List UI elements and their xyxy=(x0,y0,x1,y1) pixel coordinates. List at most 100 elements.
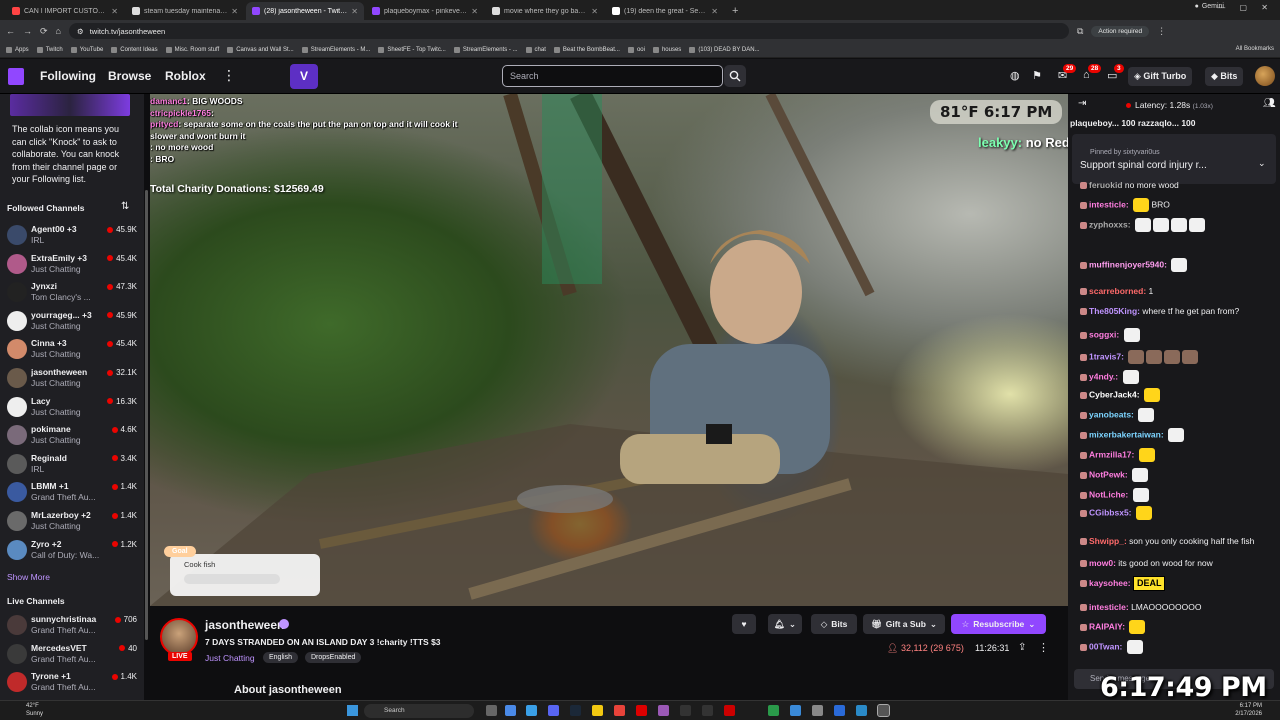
browser-tab[interactable]: (28) jasontheween - Twitch ✕ xyxy=(246,2,364,20)
taskbar-search[interactable]: Search xyxy=(364,704,474,718)
close-icon[interactable]: ✕ xyxy=(351,7,358,16)
close-icon[interactable]: ✕ xyxy=(471,7,478,16)
close-icon[interactable]: ✕ xyxy=(711,7,718,16)
follow-heart-button[interactable]: ♥ xyxy=(732,614,756,634)
chat-message[interactable]: scarreborned: 1 xyxy=(1080,286,1276,297)
chat-message[interactable]: Shwipp_: son you only cooking half the f… xyxy=(1080,536,1276,547)
nav-roblox[interactable]: Roblox xyxy=(165,69,206,83)
action-required-button[interactable]: Action required xyxy=(1091,25,1150,37)
terminal-icon[interactable] xyxy=(680,705,691,716)
sidebar-channel[interactable]: yourrageg... +3 Just Chatting 45.9K xyxy=(7,308,137,336)
chat-message[interactable]: muffinenjoyer5940: xyxy=(1080,258,1276,272)
nav-following[interactable]: Following xyxy=(40,69,96,83)
user-avatar[interactable] xyxy=(1255,66,1275,86)
app-icon-4[interactable] xyxy=(834,705,845,716)
new-tab-button[interactable]: + xyxy=(726,2,744,20)
chrome-icon[interactable] xyxy=(505,705,516,716)
bookmark-item[interactable]: ooi xyxy=(627,46,645,53)
extensions-icon[interactable]: ⧉ xyxy=(1077,26,1083,37)
chat-message[interactable]: CGibbsx5: xyxy=(1080,506,1276,520)
home-icon[interactable]: ⌂ xyxy=(56,26,61,36)
bookmark-item[interactable]: Apps xyxy=(6,46,29,53)
chat-message[interactable]: The805King: where tf he get pan from? xyxy=(1080,306,1276,317)
sidebar-channel[interactable]: sunnychristinaa Grand Theft Au... 706 xyxy=(7,612,137,640)
bookmark-item[interactable]: Content Ideas xyxy=(111,46,158,53)
browser-tab[interactable]: (19) deen the great - Search / X ✕ xyxy=(606,2,724,20)
back-icon[interactable]: ← xyxy=(6,26,15,36)
video-player[interactable]: damanc1: BIG WOODS ctricpickle1765: prity… xyxy=(150,94,1068,606)
app-icon[interactable] xyxy=(614,705,625,716)
chat-message[interactable]: 00Twan: xyxy=(1080,640,1276,654)
sidebar-channel[interactable]: Jynxzi Tom Clancy's ... 47.3K xyxy=(7,279,137,307)
explorer-icon[interactable] xyxy=(592,705,603,716)
close-icon[interactable]: ✕ xyxy=(231,7,238,16)
chat-message[interactable]: NotLiche: xyxy=(1080,488,1276,502)
chat-message[interactable]: intesticle: LMAOOOOOOOO xyxy=(1080,602,1276,613)
chat-message[interactable]: kaysohee: DEAL xyxy=(1080,576,1276,591)
bits-button[interactable]: ◇ Bits xyxy=(811,614,857,634)
reload-icon[interactable]: ⟳ xyxy=(40,26,48,37)
sidebar-channel[interactable]: LBMM +1 Grand Theft Au... 1.4K xyxy=(7,479,137,507)
steam-icon[interactable] xyxy=(570,705,581,716)
more-options-icon[interactable]: ⋮ xyxy=(1038,641,1049,654)
taskbar-weather[interactable]: 42°F Sunny xyxy=(26,702,43,718)
chat-message[interactable]: CyberJack4: xyxy=(1080,388,1276,402)
browser-tab[interactable]: movie where they go back in ti ✕ xyxy=(486,2,604,20)
record-icon[interactable] xyxy=(724,705,735,716)
gift-sub-button[interactable]: 🎁︎ Gift a Sub ⌄ xyxy=(863,614,945,634)
show-more-link[interactable]: Show More xyxy=(7,572,50,582)
nav-browse[interactable]: Browse xyxy=(108,69,151,83)
chat-message[interactable]: 1travis7: xyxy=(1080,350,1276,364)
streamer-name[interactable]: jasontheween xyxy=(205,618,284,632)
window-controls[interactable]: — ▢ ✕ xyxy=(1217,3,1274,12)
browser-tab[interactable]: plaqueboymax - pinkeverywhe ✕ xyxy=(366,2,484,20)
notifications-bell-button[interactable]: 🔔︎ ⌄ xyxy=(768,614,802,634)
chat-message[interactable]: feruokid no more wood xyxy=(1080,180,1276,191)
sort-icon[interactable]: ⇅ xyxy=(121,201,129,212)
stream-category[interactable]: Just Chatting xyxy=(205,653,255,663)
sidebar-channel[interactable]: Tyrone +1 Grand Theft Au... 1.4K xyxy=(7,669,137,697)
get-bits-button[interactable]: ◆ Bits xyxy=(1205,67,1244,86)
sidebar-channel[interactable]: Zyro +2 Call of Duty: Wa... 1.2K xyxy=(7,537,137,565)
bookmark-item[interactable]: (103) DEAD BY DAN... xyxy=(689,46,760,53)
chat-message[interactable]: mow0: its good on wood for now xyxy=(1080,558,1276,569)
active-app-icon[interactable] xyxy=(877,704,890,717)
sidebar-channel[interactable]: Agent00 +3 IRL 45.9K xyxy=(7,222,137,250)
sidebar-channel[interactable]: ExtraEmily +3 Just Chatting 45.4K xyxy=(7,251,137,279)
chat-message[interactable]: mixerbakertaiwan: xyxy=(1080,428,1276,442)
sidebar-channel[interactable]: Cinna +3 Just Chatting 45.4K xyxy=(7,336,137,364)
all-bookmarks[interactable]: All Bookmarks xyxy=(1236,46,1274,52)
search-input[interactable]: Search xyxy=(502,65,723,87)
gift-turbo-button[interactable]: ◈ Gift Turbo xyxy=(1128,67,1193,86)
sidebar-channel[interactable]: Reginald IRL 3.4K xyxy=(7,451,137,479)
adobe-icon[interactable] xyxy=(636,705,647,716)
settings-icon[interactable] xyxy=(812,705,823,716)
bookmark-item[interactable]: SheetFE - Top Twitc... xyxy=(378,46,446,53)
sidebar-channel[interactable]: jasontheween Just Chatting 32.1K xyxy=(7,365,137,393)
url-field[interactable]: ⚙ twitch.tv/jasontheween xyxy=(68,23,1069,39)
tag-drops[interactable]: DropsEnabled xyxy=(305,652,362,663)
app-icon-2[interactable] xyxy=(658,705,669,716)
forward-icon[interactable]: → xyxy=(23,26,32,36)
browser-tab[interactable]: steam tuesday maintenance - G ✕ xyxy=(126,2,244,20)
streamer-avatar[interactable] xyxy=(160,618,198,656)
chat-message[interactable]: intesticle: BRO xyxy=(1080,198,1276,212)
bookmark-item[interactable]: Beat the BombBeat... xyxy=(553,46,620,53)
menu-icon[interactable]: ⋮ xyxy=(1157,26,1166,37)
bookmark-item[interactable]: Canvas and Wall St... xyxy=(227,46,294,53)
chat-message[interactable]: yanobeats: xyxy=(1080,408,1276,422)
drops-icon[interactable]: ⚑ xyxy=(1032,69,1042,82)
sidebar-scrollbar[interactable] xyxy=(145,190,148,640)
collapse-chat-icon[interactable]: ⇥ xyxy=(1078,98,1086,109)
bookmark-item[interactable]: chat xyxy=(525,46,546,53)
sidebar-channel[interactable]: MrLazerboy +2 Just Chatting 1.4K xyxy=(7,508,137,536)
twitch-logo-icon[interactable] xyxy=(8,68,24,85)
site-info-icon[interactable]: ⚙ xyxy=(77,27,84,36)
app-icon-3[interactable] xyxy=(790,705,801,716)
start-button[interactable] xyxy=(347,705,358,716)
close-icon[interactable]: ✕ xyxy=(111,7,118,16)
prime-icon[interactable]: ◍ xyxy=(1010,69,1020,82)
sidebar-channel[interactable]: pokimane Just Chatting 4.6K xyxy=(7,422,137,450)
pinned-message[interactable]: Pinned by sixtyvari0us Support spinal co… xyxy=(1072,134,1276,184)
tag-language[interactable]: English xyxy=(263,652,298,663)
